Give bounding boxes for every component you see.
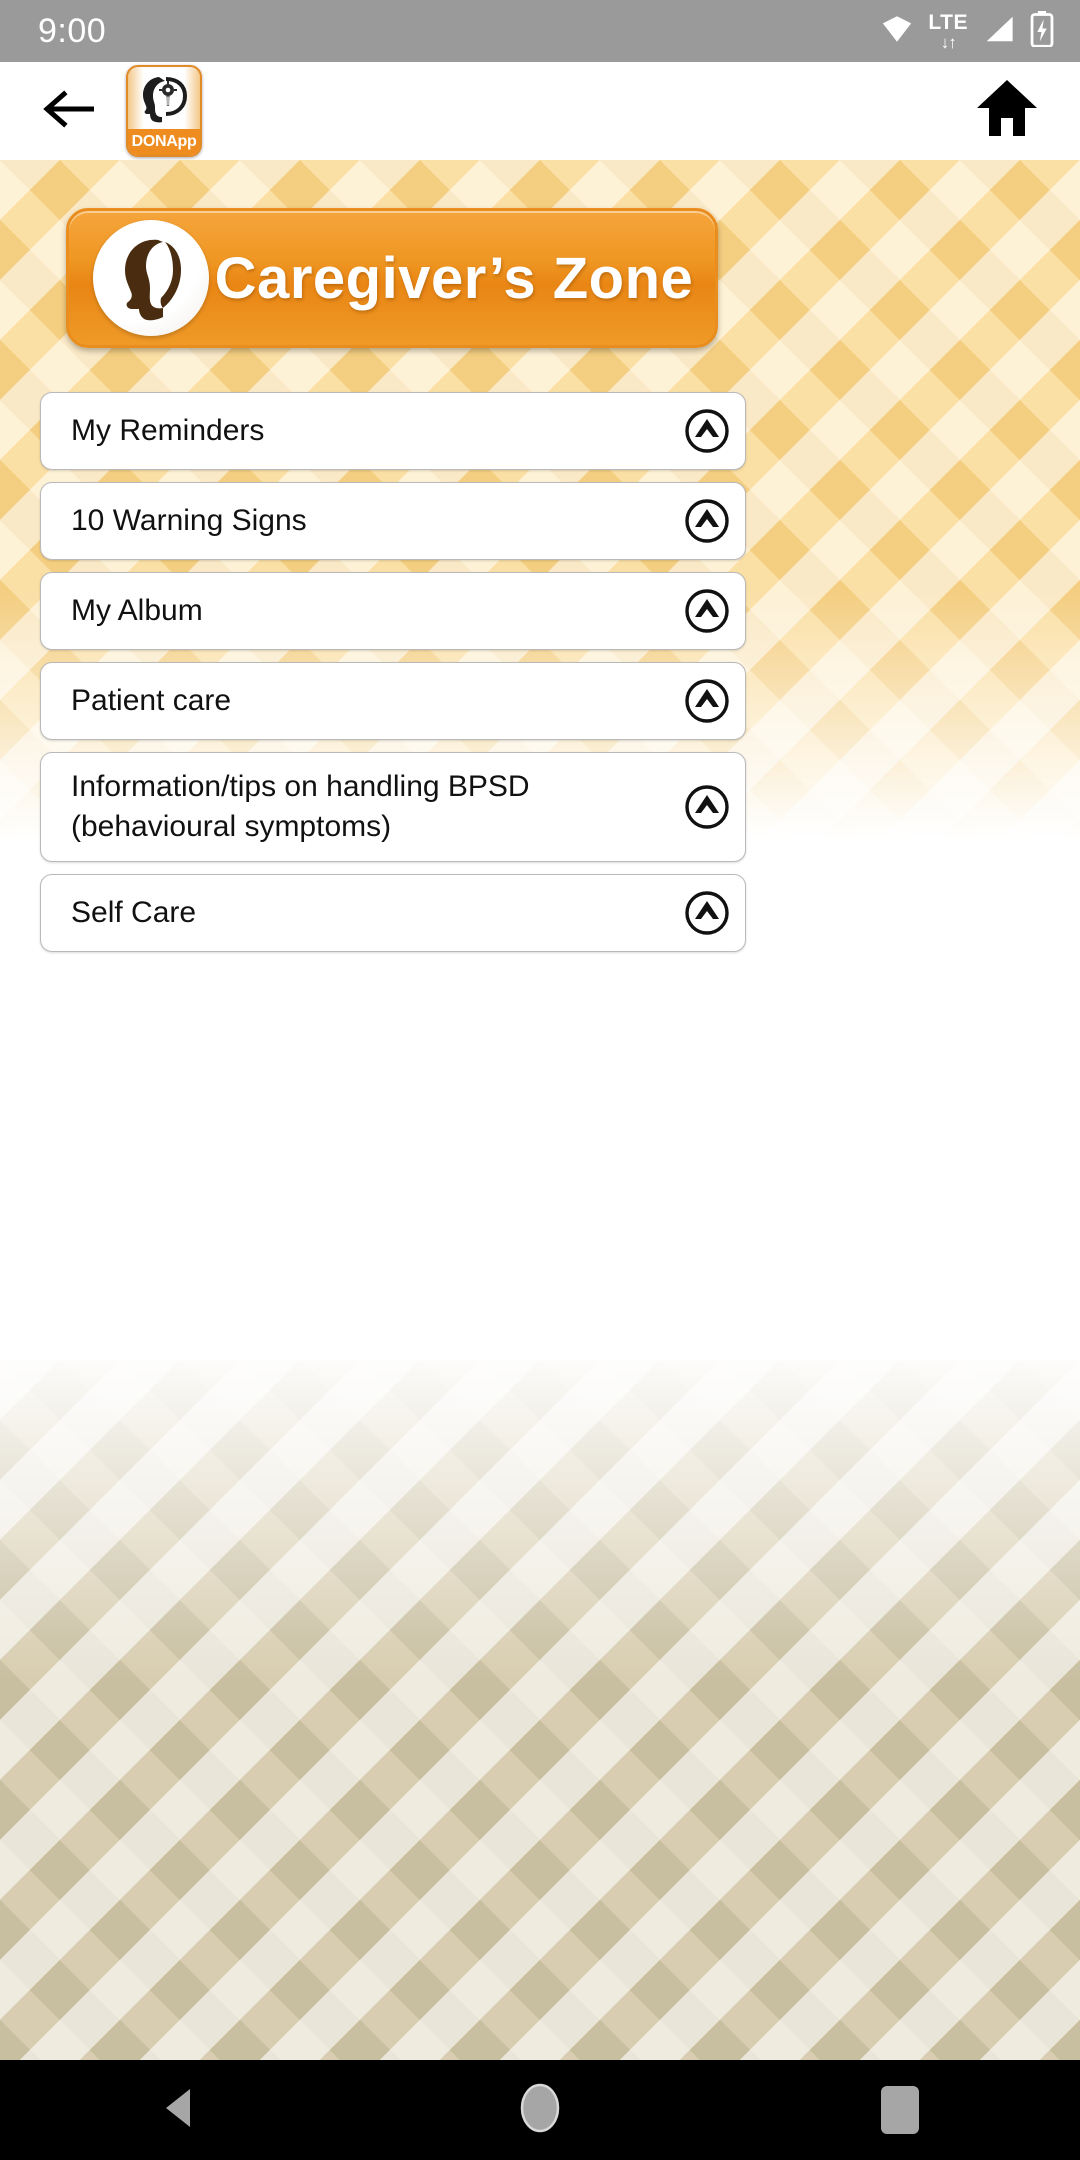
app-logo-caption: DONApp bbox=[128, 129, 200, 155]
back-button[interactable] bbox=[30, 72, 108, 150]
network-type-indicator: LTE ↓↑ bbox=[928, 12, 968, 51]
network-label: LTE bbox=[928, 10, 968, 34]
status-icon-group: LTE ↓↑ bbox=[880, 10, 1054, 52]
list-item[interactable]: 10 Warning Signs bbox=[40, 482, 746, 560]
list-item-label: My Reminders bbox=[71, 414, 265, 448]
nav-recents-square-icon bbox=[881, 2086, 919, 2134]
caregivers-zone-banner[interactable]: Caregiver’s Zone bbox=[66, 208, 718, 348]
list-item-label: 10 Warning Signs bbox=[71, 504, 307, 538]
list-item-label: Information/tips on handling BPSD (behav… bbox=[71, 770, 530, 843]
wifi-icon bbox=[880, 12, 914, 51]
back-arrow-icon bbox=[42, 87, 96, 136]
list-item[interactable]: Patient care bbox=[40, 662, 746, 740]
status-bar: 9:00 LTE ↓↑ bbox=[0, 0, 1080, 62]
system-nav-bar bbox=[0, 2060, 1080, 2160]
list-item[interactable]: My Album bbox=[40, 572, 746, 650]
banner-title: Caregiver’s Zone bbox=[214, 245, 694, 311]
list-item[interactable]: Self Care bbox=[40, 873, 746, 952]
circle-chevron-up-icon[interactable] bbox=[683, 497, 731, 545]
circle-chevron-up-icon[interactable] bbox=[683, 783, 731, 831]
circle-chevron-up-icon[interactable] bbox=[683, 587, 731, 635]
circle-chevron-up-icon[interactable] bbox=[683, 889, 731, 937]
app-bar: DONApp bbox=[0, 62, 1080, 160]
list-item-label: My Album bbox=[71, 594, 203, 628]
status-clock: 9:00 bbox=[38, 11, 107, 50]
page-content: Caregiver’s Zone My Reminders 10 Warning… bbox=[0, 160, 1080, 2160]
menu-list: My Reminders 10 Warning Signs My Album P… bbox=[40, 392, 746, 952]
data-arrows-icon: ↓↑ bbox=[940, 32, 957, 52]
phone-screen: 9:00 LTE ↓↑ DONApp Caregiver’s Zone My R… bbox=[0, 0, 1080, 2160]
home-icon bbox=[975, 78, 1039, 145]
list-item-label: Self Care bbox=[71, 895, 197, 929]
signal-icon bbox=[982, 14, 1016, 49]
battery-charging-icon bbox=[1030, 10, 1054, 52]
circle-chevron-up-icon[interactable] bbox=[683, 677, 731, 725]
list-item-label: Patient care bbox=[71, 684, 232, 718]
nav-home-button[interactable] bbox=[470, 2060, 610, 2160]
circle-chevron-up-icon[interactable] bbox=[683, 407, 731, 455]
nav-recents-button[interactable] bbox=[830, 2060, 970, 2160]
nav-back-triangle-icon bbox=[158, 2085, 202, 2136]
head-silhouette-icon bbox=[93, 220, 209, 336]
nav-home-circle-icon bbox=[518, 2082, 562, 2139]
app-logo-badge[interactable]: DONApp bbox=[126, 65, 202, 157]
list-item[interactable]: Information/tips on handling BPSD (behav… bbox=[40, 752, 746, 862]
nav-back-button[interactable] bbox=[110, 2060, 250, 2160]
background-fade-bottom bbox=[0, 1340, 1080, 1680]
list-item[interactable]: My Reminders bbox=[40, 392, 746, 470]
home-button[interactable] bbox=[964, 68, 1050, 154]
head-profile-gear-icon bbox=[128, 67, 200, 129]
